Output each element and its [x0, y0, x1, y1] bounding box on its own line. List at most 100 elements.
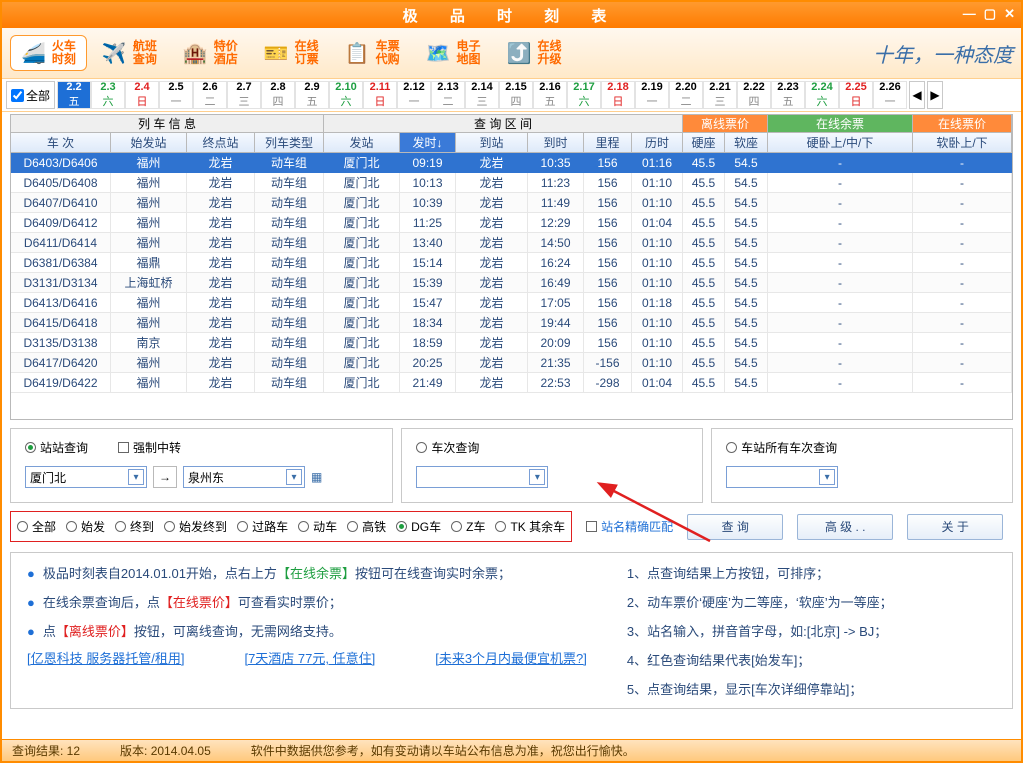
date-cell[interactable]: 2.26一 — [873, 81, 907, 109]
close-icon[interactable]: ✕ — [1004, 6, 1015, 22]
table-row[interactable]: D6403/D6406福州龙岩动车组厦门北09:19龙岩10:3515601:1… — [11, 153, 1012, 173]
col-header[interactable]: 列车类型 — [255, 133, 324, 153]
date-next-button[interactable]: ▶ — [927, 81, 943, 109]
date-cell[interactable]: 2.18日 — [601, 81, 635, 109]
table-row[interactable]: D3131/D3134上海虹桥龙岩动车组厦门北15:39龙岩16:4915601… — [11, 273, 1012, 293]
swap-stations-button[interactable]: → — [153, 466, 177, 488]
station-all-radio[interactable]: 车站所有车次查询 — [726, 439, 837, 456]
train-number-input[interactable]: ▾ — [416, 466, 548, 488]
group-online-price[interactable]: 在线票价 — [913, 115, 1012, 133]
date-cell[interactable]: 2.16五 — [533, 81, 567, 109]
tab-order[interactable]: 🎫在线订票 — [253, 35, 330, 71]
date-cell[interactable]: 2.3六 — [91, 81, 125, 109]
col-header[interactable]: 发时↓ — [400, 133, 456, 153]
table-row[interactable]: D6381/D6384福鼎龙岩动车组厦门北15:14龙岩16:2415601:1… — [11, 253, 1012, 273]
train-number-radio[interactable]: 车次查询 — [416, 439, 479, 456]
to-station-input[interactable]: 泉州东▾ — [183, 466, 305, 488]
date-cell[interactable]: 2.5一 — [159, 81, 193, 109]
date-cell[interactable]: 2.8四 — [261, 81, 295, 109]
train-type-filter: 全部始发终到始发终到过路车动车高铁DG车Z车TK 其余车 — [10, 511, 572, 542]
col-header[interactable]: 终点站 — [187, 133, 255, 153]
col-header[interactable]: 到站 — [456, 133, 528, 153]
date-cell[interactable]: 2.19一 — [635, 81, 669, 109]
date-cell[interactable]: 2.25日 — [839, 81, 873, 109]
date-cell[interactable]: 2.23五 — [771, 81, 805, 109]
force-transfer-checkbox[interactable]: 强制中转 — [118, 439, 181, 456]
col-header[interactable]: 到时 — [528, 133, 584, 153]
tab-upgrade[interactable]: ⤴️在线升级 — [496, 35, 573, 71]
group-offline-price[interactable]: 离线票价 — [683, 115, 768, 133]
table-row[interactable]: D6415/D6418福州龙岩动车组厦门北18:34龙岩19:4415601:1… — [11, 313, 1012, 333]
station-all-input[interactable]: ▾ — [726, 466, 838, 488]
date-cell[interactable]: 2.9五 — [295, 81, 329, 109]
date-cell[interactable]: 2.13二 — [431, 81, 465, 109]
date-cell[interactable]: 2.20二 — [669, 81, 703, 109]
maximize-icon[interactable]: ▢ — [984, 6, 996, 22]
date-cell[interactable]: 2.7三 — [227, 81, 261, 109]
date-prev-button[interactable]: ◀ — [909, 81, 925, 109]
col-header[interactable]: 软卧上/下 — [913, 133, 1012, 153]
table-row[interactable]: D6405/D6408福州龙岩动车组厦门北10:13龙岩11:2315601:1… — [11, 173, 1012, 193]
exact-match-checkbox[interactable]: 站名精确匹配 — [586, 518, 673, 535]
dropdown-icon[interactable]: ▾ — [529, 469, 545, 485]
minimize-icon[interactable]: — — [963, 6, 976, 22]
col-header[interactable]: 车 次 — [11, 133, 111, 153]
table-body[interactable]: D6403/D6406福州龙岩动车组厦门北09:19龙岩10:3515601:1… — [11, 153, 1012, 420]
filter-radio[interactable]: TK 其余车 — [495, 518, 565, 535]
filter-radio[interactable]: 终到 — [115, 518, 154, 535]
about-button[interactable]: 关 于 — [907, 514, 1003, 540]
col-header[interactable]: 历时 — [632, 133, 683, 153]
tip-link[interactable]: [7天酒店 77元, 任意住] — [244, 648, 375, 667]
dropdown-icon[interactable]: ▾ — [286, 469, 302, 485]
tab-hotel[interactable]: 🏨特价酒店 — [172, 35, 249, 71]
date-cell[interactable]: 2.17六 — [567, 81, 601, 109]
filter-radio[interactable]: 始发终到 — [164, 518, 227, 535]
date-cell[interactable]: 2.11日 — [363, 81, 397, 109]
date-cell[interactable]: 2.12一 — [397, 81, 431, 109]
tab-buy[interactable]: 📋车票代购 — [334, 35, 411, 71]
all-dates-checkbox[interactable]: 全部 — [6, 81, 55, 109]
filter-radio[interactable]: 始发 — [66, 518, 105, 535]
date-cell[interactable]: 2.24六 — [805, 81, 839, 109]
dropdown-icon[interactable]: ▾ — [128, 469, 144, 485]
group-online-remain[interactable]: 在线余票 — [768, 115, 913, 133]
date-cell[interactable]: 2.15四 — [499, 81, 533, 109]
tab-flight[interactable]: ✈️航班查询 — [91, 35, 168, 71]
filter-radio[interactable]: 全部 — [17, 518, 56, 535]
col-header[interactable]: 里程 — [584, 133, 632, 153]
table-row[interactable]: D6407/D6410福州龙岩动车组厦门北10:39龙岩11:4915601:1… — [11, 193, 1012, 213]
table-row[interactable]: D6409/D6412福州龙岩动车组厦门北11:25龙岩12:2915601:0… — [11, 213, 1012, 233]
from-station-input[interactable]: 厦门北▾ — [25, 466, 147, 488]
col-header[interactable]: 发站 — [324, 133, 400, 153]
dropdown-icon[interactable]: ▾ — [819, 469, 835, 485]
date-cell[interactable]: 2.6二 — [193, 81, 227, 109]
query-button[interactable]: 查 询 — [687, 514, 783, 540]
tab-map[interactable]: 🗺️电子地图 — [415, 35, 492, 71]
date-cell[interactable]: 2.10六 — [329, 81, 363, 109]
station-query-radio[interactable]: 站站查询 — [25, 439, 88, 456]
table-row[interactable]: D3135/D3138南京龙岩动车组厦门北18:59龙岩20:0915601:1… — [11, 333, 1012, 353]
tip-link[interactable]: [未来3个月内最便宜机票?] — [435, 648, 587, 667]
date-cell[interactable]: 2.4日 — [125, 81, 159, 109]
advanced-button[interactable]: 高 级 . . — [797, 514, 893, 540]
filter-radio[interactable]: DG车 — [396, 518, 441, 535]
table-row[interactable]: D6419/D6422福州龙岩动车组厦门北21:49龙岩22:53-29801:… — [11, 373, 1012, 393]
filter-radio[interactable]: 过路车 — [237, 518, 288, 535]
table-row[interactable]: D6417/D6420福州龙岩动车组厦门北20:25龙岩21:35-15601:… — [11, 353, 1012, 373]
col-header[interactable]: 硬卧上/中/下 — [768, 133, 913, 153]
col-header[interactable]: 软座 — [725, 133, 768, 153]
col-header[interactable]: 硬座 — [683, 133, 725, 153]
table-row[interactable]: D6411/D6414福州龙岩动车组厦门北13:40龙岩14:5015601:1… — [11, 233, 1012, 253]
grid-icon[interactable]: ▦ — [311, 470, 322, 484]
filter-radio[interactable]: 动车 — [298, 518, 337, 535]
col-header[interactable]: 始发站 — [111, 133, 187, 153]
date-cell[interactable]: 2.2五 — [57, 81, 91, 109]
filter-radio[interactable]: 高铁 — [347, 518, 386, 535]
date-cell[interactable]: 2.14三 — [465, 81, 499, 109]
filter-radio[interactable]: Z车 — [451, 518, 485, 535]
tip-link[interactable]: [亿恩科技 服务器托管/租用] — [27, 648, 184, 667]
date-cell[interactable]: 2.22四 — [737, 81, 771, 109]
table-row[interactable]: D6413/D6416福州龙岩动车组厦门北15:47龙岩17:0515601:1… — [11, 293, 1012, 313]
date-cell[interactable]: 2.21三 — [703, 81, 737, 109]
tab-train[interactable]: 🚄火车时刻 — [10, 35, 87, 71]
